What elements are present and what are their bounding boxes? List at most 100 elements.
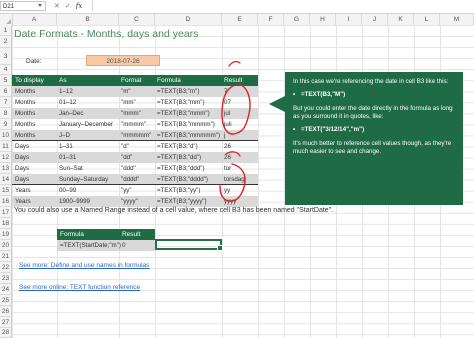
cell-formula: =TEXT(B3;"mmmm") <box>157 121 215 128</box>
column-header-m[interactable]: M <box>440 14 474 25</box>
row-header[interactable]: 9 <box>0 119 12 130</box>
table-row[interactable]: Months 01–12 "mm" =TEXT(B3;"mm") 07 <box>12 97 258 108</box>
table-row[interactable]: Months January–December "mmmm" =TEXT(B3;… <box>12 119 258 130</box>
column-header-l[interactable]: L <box>414 14 440 25</box>
row-header[interactable]: 25 <box>0 295 12 306</box>
cell-to-display: Days <box>15 143 30 150</box>
header-to-display[interactable]: To display <box>15 75 44 86</box>
header-result[interactable]: Result <box>122 229 140 240</box>
cell-result: yy <box>224 187 231 194</box>
row-header[interactable]: 1 <box>0 25 12 36</box>
cell-result: 07 <box>224 99 231 106</box>
callout-text: But you could enter the date directly in… <box>293 104 453 121</box>
header-format[interactable]: Format <box>121 75 142 86</box>
row-header[interactable]: 7 <box>0 97 12 108</box>
row-header[interactable]: 26 <box>0 306 12 317</box>
row-header[interactable]: 5 <box>0 75 12 86</box>
cell-result: 26 <box>224 143 231 150</box>
column-header-h[interactable]: H <box>310 14 336 25</box>
row-header[interactable]: 20 <box>0 240 12 251</box>
row-header[interactable]: 17 <box>0 207 12 218</box>
named-range-note: You could also use a Named Range instead… <box>14 207 334 214</box>
row-header[interactable]: 23 <box>0 273 12 284</box>
table-row[interactable]: Years 1900–9999 "yyyy" =TEXT(B3;"yyyy") … <box>12 196 258 207</box>
row-header[interactable]: 8 <box>0 108 12 119</box>
cell-to-display: Months <box>15 99 36 106</box>
column-header-e[interactable]: E <box>222 14 258 25</box>
table-row[interactable]: Months Jan–Dec "mmm" =TEXT(B3;"mmm") jul <box>12 108 258 119</box>
row-header[interactable]: 11 <box>0 141 12 152</box>
cell-as: 1–31 <box>59 143 73 150</box>
active-cell-d21[interactable] <box>155 239 223 251</box>
row-header[interactable]: 2 <box>0 36 12 48</box>
row-header[interactable]: 19 <box>0 229 12 240</box>
formula-input[interactable] <box>92 1 472 11</box>
row-header[interactable]: 12 <box>0 152 12 163</box>
cell-to-display: Months <box>15 121 36 128</box>
name-box-dropdown-icon[interactable] <box>38 4 42 7</box>
cell-to-display: Years <box>15 187 31 194</box>
cell-format: "d" <box>121 143 129 150</box>
row-header[interactable]: 13 <box>0 163 12 174</box>
date-cell-b3[interactable]: 2018-07-26 <box>86 55 160 66</box>
cancel-icon[interactable]: ✕ <box>54 1 60 12</box>
header-formula[interactable]: Formula <box>157 75 181 86</box>
column-header-a[interactable]: A <box>12 14 57 25</box>
row-header[interactable]: 24 <box>0 284 12 295</box>
table-row[interactable]: Days 1–31 "d" =TEXT(B3;"d") 26 <box>12 141 258 152</box>
callout-text: It's much better to reference cell value… <box>293 139 452 156</box>
enter-icon[interactable]: ✓ <box>65 1 71 12</box>
cell-result: 26 <box>224 154 231 161</box>
header-formula[interactable]: Formula <box>60 229 84 240</box>
cell-as: 00–99 <box>59 187 77 194</box>
cell-to-display: Days <box>15 165 30 172</box>
row-header[interactable]: 21 <box>0 251 12 262</box>
row-header[interactable]: 27 <box>0 317 12 328</box>
row-header[interactable]: 18 <box>0 218 12 229</box>
row-header[interactable]: 16 <box>0 196 12 207</box>
row-header[interactable]: 6 <box>0 86 12 97</box>
table-row[interactable]: Years 00–99 "yy" =TEXT(B3;"yy") yy <box>12 185 258 196</box>
column-header-j[interactable]: J <box>362 14 388 25</box>
cell-as: January–December <box>59 121 113 128</box>
text-function-reference-link[interactable]: See more online: TEXT function reference <box>19 284 140 291</box>
header-result[interactable]: Result <box>224 75 242 86</box>
column-header-b[interactable]: B <box>57 14 119 25</box>
cell-result: yyyy <box>224 198 237 205</box>
column-header-d[interactable]: D <box>155 14 222 25</box>
column-header-k[interactable]: K <box>388 14 414 25</box>
callout-example: =TEXT("3/12/14","m") <box>293 126 455 135</box>
table-row[interactable]: Days 01–31 "dd" =TEXT(B3;"dd") 26 <box>12 152 258 163</box>
column-header-g[interactable]: G <box>284 14 310 25</box>
column-header-c[interactable]: C <box>119 14 155 25</box>
callout-example: =TEXT(B3,"M") <box>293 91 455 100</box>
cell-formula: =TEXT(B3;"d") <box>157 143 198 150</box>
column-header-i[interactable]: I <box>336 14 362 25</box>
row-header[interactable]: 22 <box>0 262 12 273</box>
cell-as: Jan–Dec <box>59 110 84 117</box>
cell-as: 01–31 <box>59 154 77 161</box>
cell-as: 1900–9999 <box>59 198 90 205</box>
cell-format: "m" <box>121 88 131 95</box>
row-header[interactable]: 15 <box>0 185 12 196</box>
row-header[interactable]: 10 <box>0 130 12 141</box>
column-header-f[interactable]: F <box>258 14 284 25</box>
table-row[interactable]: Months 1–12 "m" =TEXT(B3;"m") 7 <box>12 86 258 97</box>
cell-to-display: Years <box>15 198 31 205</box>
cell-as: 01–12 <box>59 99 77 106</box>
header-as[interactable]: As <box>59 75 67 86</box>
define-names-link[interactable]: See more: Define and use names in formul… <box>19 262 149 269</box>
cell-format: "mm" <box>121 99 136 106</box>
row-header[interactable]: 4 <box>0 65 12 75</box>
date-label: Date: <box>26 58 42 65</box>
cell-formula: =TEXT(B3;"m") <box>157 88 200 95</box>
insert-function-icon[interactable]: fx <box>76 1 83 12</box>
row-header[interactable]: 28 <box>0 328 12 338</box>
named-range-table-row[interactable]: =TEXT(StartDate;"m") 0 <box>57 240 155 251</box>
table-row[interactable]: Days Sun–Sat "ddd" =TEXT(B3;"ddd") tor <box>12 163 258 174</box>
format-table-header: To display As Format Formula Result <box>12 75 258 86</box>
row-header[interactable]: 3 <box>0 48 12 65</box>
cell-result: jul <box>224 110 231 117</box>
row-header[interactable]: 14 <box>0 174 12 185</box>
cell-to-display: Months <box>15 110 36 117</box>
